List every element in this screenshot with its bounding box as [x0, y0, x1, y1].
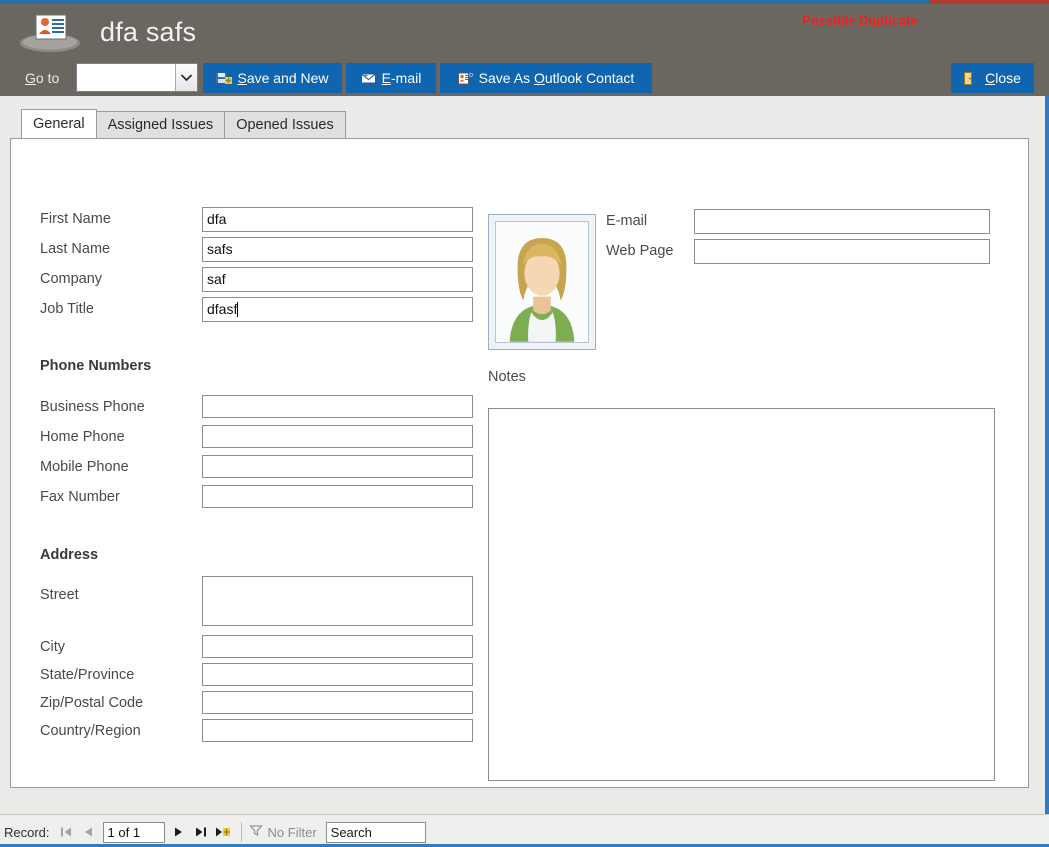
- fax-number-input[interactable]: [202, 485, 473, 508]
- last-name-input[interactable]: safs: [202, 237, 473, 262]
- page-title: dfa safs: [100, 17, 197, 47]
- record-navigation-bar: Record: 1 of 1 No Filter Search: [0, 814, 1049, 847]
- home-phone-label: Home Phone: [40, 429, 125, 445]
- close-button[interactable]: Close: [951, 63, 1034, 93]
- phone-numbers-heading: Phone Numbers: [40, 358, 152, 374]
- window-top-accent-red: [929, 0, 1049, 3]
- notes-input[interactable]: [488, 408, 995, 781]
- goto-combobox[interactable]: [76, 63, 198, 92]
- save-and-new-button[interactable]: Save and New: [203, 63, 342, 93]
- state-province-input[interactable]: [202, 663, 473, 686]
- notes-label: Notes: [488, 369, 526, 385]
- filter-label: No Filter: [267, 824, 317, 840]
- tab-assigned-issues[interactable]: Assigned Issues: [95, 111, 226, 138]
- mobile-phone-input[interactable]: [202, 455, 473, 478]
- possible-duplicate-warning: Possible Duplicate: [802, 13, 918, 28]
- home-phone-input[interactable]: [202, 425, 473, 448]
- goto-combobox-value: [77, 64, 175, 91]
- go-next-icon[interactable]: [168, 822, 190, 843]
- save-as-outlook-contact-button[interactable]: O Save As Outlook Contact: [440, 63, 652, 93]
- zip-postal-code-input[interactable]: [202, 691, 473, 714]
- last-name-label: Last Name: [40, 241, 111, 257]
- svg-text:O: O: [469, 73, 473, 79]
- form-header: dfa safs Possible Duplicate Go to Save a…: [0, 4, 1049, 96]
- chevron-down-icon[interactable]: [175, 64, 197, 91]
- record-nav-controls: Record: 1 of 1 No Filter Search: [4, 821, 426, 843]
- goto-label: Go to: [25, 70, 60, 86]
- first-name-input[interactable]: dfa: [202, 207, 473, 232]
- city-input[interactable]: [202, 635, 473, 658]
- street-input[interactable]: [202, 576, 473, 626]
- country-region-input[interactable]: [202, 719, 473, 742]
- filter-icon: [248, 824, 263, 840]
- go-last-icon[interactable]: [190, 822, 212, 843]
- record-position-input[interactable]: 1 of 1: [102, 821, 165, 843]
- filter-status[interactable]: No Filter: [248, 824, 317, 840]
- mobile-phone-label: Mobile Phone: [40, 459, 129, 475]
- first-name-label: First Name: [40, 211, 111, 227]
- company-label: Company: [40, 271, 103, 287]
- company-input[interactable]: saf: [202, 267, 473, 292]
- job-title-value: dfasf: [207, 301, 238, 317]
- country-region-label: Country/Region: [40, 723, 141, 739]
- business-phone-label: Business Phone: [40, 399, 145, 415]
- person-photo-icon: [495, 221, 589, 343]
- business-phone-input[interactable]: [202, 395, 473, 418]
- web-page-label: Web Page: [606, 243, 674, 259]
- record-label: Record:: [4, 824, 50, 840]
- go-first-icon[interactable]: [56, 822, 78, 843]
- text-cursor: [237, 302, 239, 317]
- exit-door-icon: [964, 71, 980, 85]
- tab-opened-issues[interactable]: Opened Issues: [224, 111, 346, 138]
- close-label: Close: [985, 70, 1021, 86]
- job-title-label: Job Title: [40, 301, 94, 317]
- contact-details-window: dfa safs Possible Duplicate Go to Save a…: [0, 0, 1049, 847]
- save-and-new-label: Save and New: [237, 70, 329, 86]
- email-label: E-mail: [381, 70, 422, 86]
- email-label: E-mail: [606, 213, 648, 229]
- save-as-outlook-contact-label: Save As Outlook Contact: [478, 70, 635, 86]
- nav-separator: [240, 822, 242, 842]
- email-input[interactable]: [694, 209, 990, 234]
- job-title-input[interactable]: dfasf: [202, 297, 473, 322]
- tab-bar: General Assigned Issues Opened Issues: [21, 109, 346, 138]
- general-tab-panel: First Name dfa Last Name safs Company sa…: [10, 138, 1029, 788]
- tab-general[interactable]: General: [21, 109, 97, 138]
- city-label: City: [40, 639, 65, 655]
- envelope-icon: [360, 72, 377, 85]
- email-button[interactable]: E-mail: [346, 63, 436, 93]
- contact-photo-frame[interactable]: [488, 214, 596, 350]
- form-body: General Assigned Issues Opened Issues Fi…: [0, 96, 1049, 814]
- street-label: Street: [40, 587, 79, 603]
- state-province-label: State/Province: [40, 667, 135, 683]
- outlook-contact-icon: O: [457, 72, 474, 85]
- search-input[interactable]: Search: [325, 821, 426, 843]
- contact-card-icon: [18, 10, 82, 56]
- save-new-icon: [216, 72, 233, 85]
- go-previous-icon[interactable]: [78, 822, 100, 843]
- zip-postal-code-label: Zip/Postal Code: [40, 695, 144, 711]
- new-record-icon[interactable]: [212, 822, 234, 843]
- web-page-input[interactable]: [694, 239, 990, 264]
- address-heading: Address: [40, 547, 99, 563]
- fax-number-label: Fax Number: [40, 489, 120, 505]
